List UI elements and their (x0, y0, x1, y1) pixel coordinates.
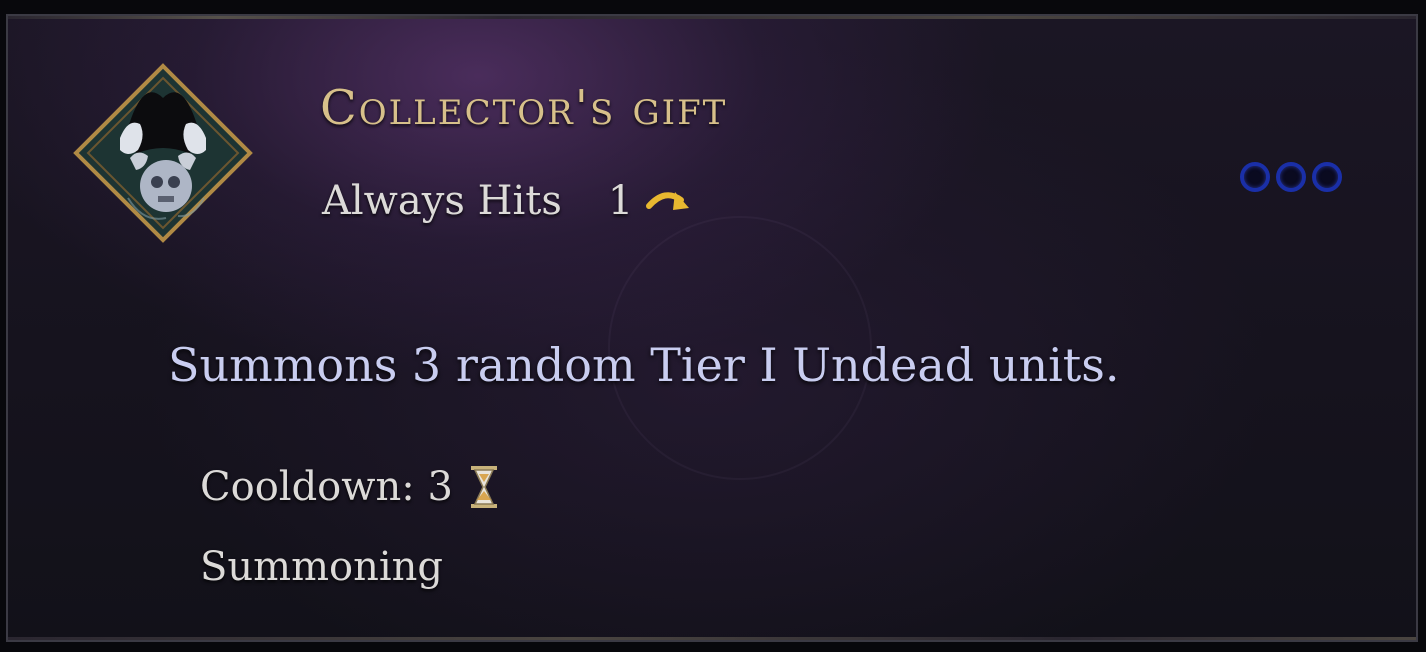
ability-properties: Always Hits 1 (322, 178, 693, 224)
charges-count: 1 (607, 178, 634, 224)
ability-point-pip (1276, 162, 1306, 192)
hourglass-icon (467, 464, 501, 510)
ability-description: Summons 3 random Tier I Undead units. (168, 338, 1120, 392)
ability-category: Summoning (200, 544, 444, 590)
ability-point-pip (1312, 162, 1342, 192)
ability-point-pip (1240, 162, 1270, 192)
ability-point-pips (1240, 162, 1342, 192)
cooldown-row: Cooldown: 3 (200, 464, 501, 510)
ability-tooltip: Collector's gift Always Hits 1 Summons 3… (6, 14, 1418, 642)
hit-type-label: Always Hits (322, 178, 562, 224)
cooldown-label: Cooldown: 3 (200, 464, 453, 510)
ghost-skull-hands-icon (68, 58, 258, 248)
ability-title: Collector's gift (320, 80, 728, 136)
curved-arrow-icon (645, 184, 693, 218)
